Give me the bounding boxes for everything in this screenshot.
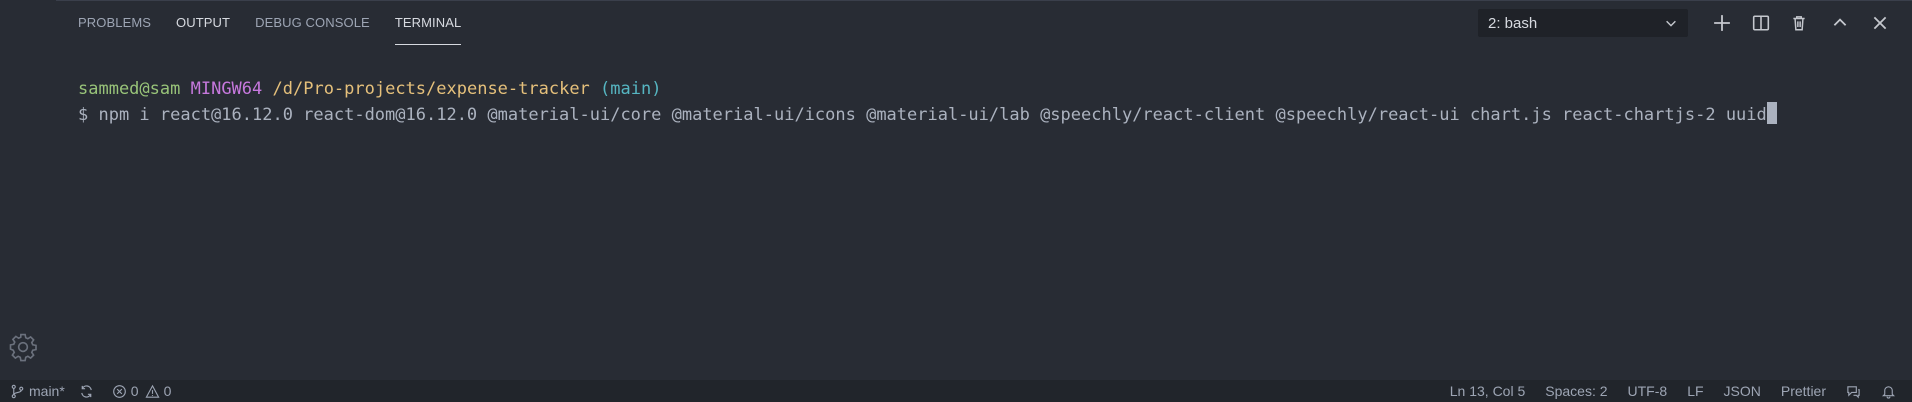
plus-icon[interactable] (1711, 12, 1733, 34)
sync-icon (81, 384, 92, 398)
tab-terminal[interactable]: TERMINAL (394, 1, 462, 45)
status-formatter[interactable]: Prettier (1771, 380, 1836, 402)
tab-debug-console[interactable]: DEBUG CONSOLE (255, 1, 370, 45)
prompt-user-host: sammed@sam (78, 79, 181, 99)
gear-icon[interactable] (8, 332, 38, 362)
feedback-icon[interactable] (1836, 380, 1875, 402)
panel-tabs: PROBLEMS OUTPUT DEBUG CONSOLE TERMINAL (78, 1, 486, 47)
trash-icon[interactable] (1788, 12, 1810, 34)
prompt-line: sammed@sam MINGW64 /d/Pro-projects/expen… (78, 76, 1892, 102)
status-indentation[interactable]: Spaces: 2 (1535, 380, 1617, 402)
tab-output[interactable]: OUTPUT (176, 1, 230, 45)
terminal-select[interactable]: 2: bash (1478, 9, 1688, 37)
error-count: 0 (130, 383, 139, 399)
status-right: Ln 13, Col 5 Spaces: 2 UTF-8 LF JSON Pre… (1440, 380, 1906, 402)
status-language[interactable]: JSON (1714, 380, 1771, 402)
warning-icon (145, 384, 160, 398)
command-line: $ npm i react@16.12.0 react-dom@16.12.0 … (78, 102, 1892, 128)
terminal-select-value: 2: bash (1488, 14, 1538, 32)
status-branch-label: main* (29, 383, 65, 399)
bell-icon[interactable] (1875, 380, 1906, 402)
error-icon (112, 384, 126, 398)
split-icon[interactable] (1750, 12, 1772, 34)
prompt-branch: (main) (600, 79, 662, 99)
terminal-output[interactable]: sammed@sam MINGW64 /d/Pro-projects/expen… (78, 76, 1892, 128)
close-icon[interactable] (1869, 12, 1891, 34)
activity-bar (0, 0, 56, 380)
status-encoding[interactable]: UTF-8 (1618, 380, 1678, 402)
chevron-up-icon[interactable] (1829, 12, 1851, 34)
command-text: $ npm i react@16.12.0 react-dom@16.12.0 … (78, 105, 1767, 125)
chevron-down-icon (1666, 20, 1676, 27)
git-branch-icon (11, 384, 24, 398)
tab-problems[interactable]: PROBLEMS (78, 1, 151, 45)
status-sync[interactable] (72, 380, 105, 402)
status-eol[interactable]: LF (1677, 380, 1713, 402)
status-bar: main* 0 0 Ln 13, Col 5 Spaces: 2 UTF-8 L… (0, 380, 1912, 402)
status-cursor-position[interactable]: Ln 13, Col 5 (1440, 380, 1536, 402)
warning-count: 0 (163, 383, 172, 399)
terminal-cursor (1766, 102, 1777, 124)
prompt-path: /d/Pro-projects/expense-tracker (272, 79, 590, 99)
status-problems[interactable]: 0 0 (105, 380, 179, 402)
panel-header: PROBLEMS OUTPUT DEBUG CONSOLE TERMINAL 2… (56, 0, 1912, 47)
status-branch[interactable]: main* (0, 380, 72, 402)
prompt-system: MINGW64 (190, 79, 263, 99)
